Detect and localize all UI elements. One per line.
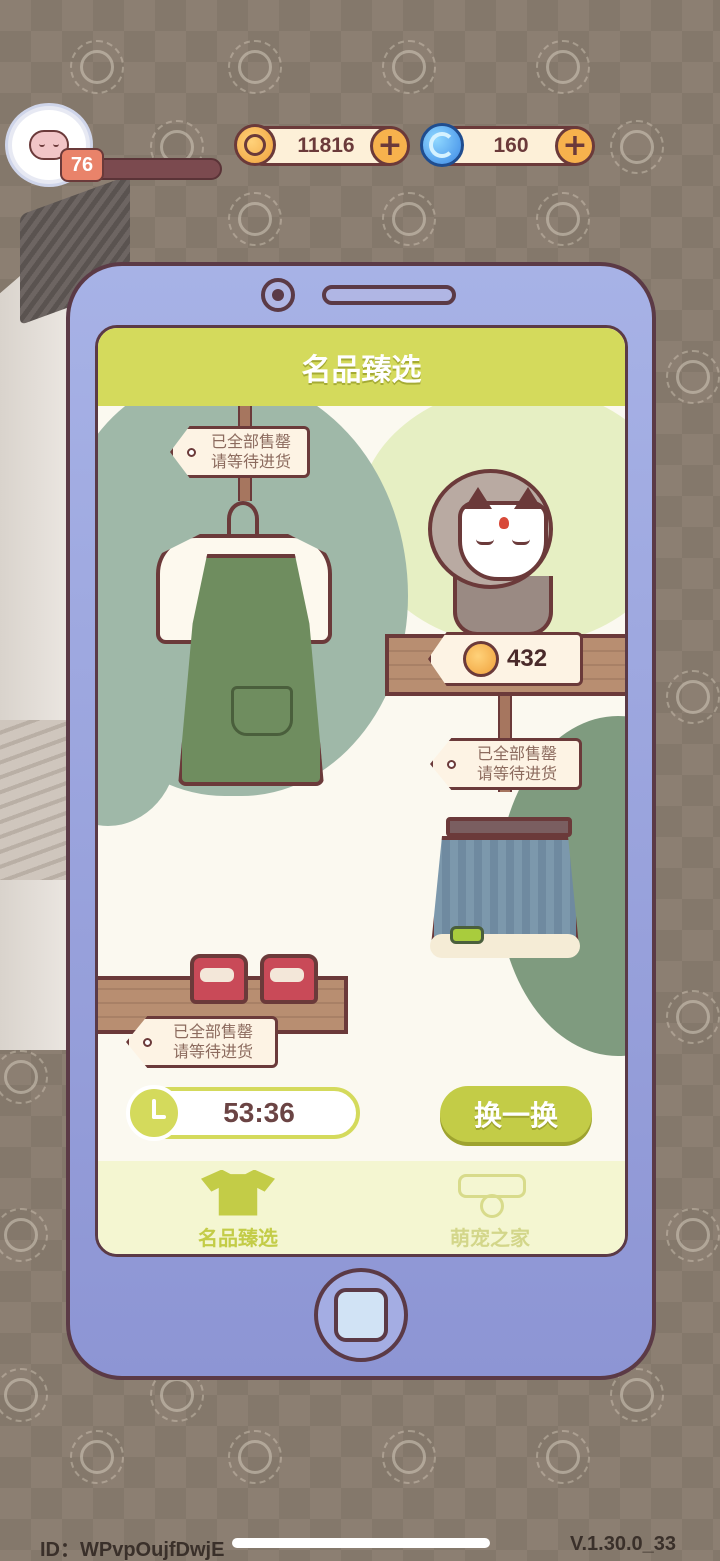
sun-decoration-icon xyxy=(4,1378,38,1412)
fox-ear-icon xyxy=(464,487,492,509)
sold-out-line1: 已全部售罄 xyxy=(476,744,557,763)
fox-mask-item[interactable] xyxy=(458,487,548,581)
sneaker-item[interactable] xyxy=(190,954,248,1004)
sun-decoration-icon xyxy=(392,202,426,236)
sneaker-item[interactable] xyxy=(260,954,318,1004)
sun-decoration-icon xyxy=(238,1440,272,1474)
tab-featured-goods[interactable]: 名品臻选 xyxy=(148,1167,328,1253)
gem-icon xyxy=(420,123,464,167)
sold-out-line1: 已全部售罄 xyxy=(210,432,291,451)
tag-hole-icon xyxy=(187,448,196,457)
sun-decoration-icon xyxy=(160,1378,194,1412)
tab-label: 萌宠之家 xyxy=(450,1225,530,1250)
home-square-icon xyxy=(334,1288,388,1342)
clock-icon xyxy=(126,1085,182,1141)
sun-decoration-icon xyxy=(676,360,710,394)
building-stairs xyxy=(0,720,70,880)
sold-out-line2: 请等待进货 xyxy=(172,1042,253,1061)
price-value: 432 xyxy=(507,645,548,672)
sold-out-line1: 已全部售罄 xyxy=(172,1022,253,1041)
sun-decoration-icon xyxy=(392,1440,426,1474)
player-id: ID：WPvpOujfDwjE xyxy=(40,1539,225,1561)
refresh-button[interactable]: 换一换 xyxy=(440,1086,592,1142)
hanger-icon xyxy=(446,817,572,837)
sun-decoration-icon xyxy=(4,1060,38,1094)
sun-decoration-icon xyxy=(80,50,114,84)
shop-screen: 名品臻选 已全部售罄 请等待进货 432 已全部售罄 请等待进货 已全部售罄 请… xyxy=(95,325,628,1257)
tshirt-icon xyxy=(201,1169,275,1216)
fox-eye-icon xyxy=(476,539,494,545)
hanger-icon xyxy=(227,501,259,537)
sold-out-tag: 已全部售罄 请等待进货 xyxy=(170,426,310,478)
sun-decoration-icon xyxy=(620,1378,654,1412)
home-indicator[interactable] xyxy=(232,1538,490,1548)
fox-ear-icon xyxy=(514,487,542,509)
sold-out-line2: 请等待进货 xyxy=(476,764,557,783)
sun-decoration-icon xyxy=(620,130,654,164)
sold-out-tag: 已全部售罄 请等待进货 xyxy=(126,1016,278,1068)
phone-home-button[interactable] xyxy=(314,1268,408,1362)
tag-hole-icon xyxy=(447,760,456,769)
bottom-nav: 名品臻选 萌宠之家 xyxy=(98,1161,625,1254)
game-version: V.1.30.0_33 xyxy=(569,1533,676,1555)
fox-eye-icon xyxy=(512,539,530,545)
tag-hole-icon xyxy=(143,1038,152,1047)
shop-display-area: 已全部售罄 请等待进货 432 已全部售罄 请等待进货 已全部售罄 请等待进货 xyxy=(98,406,625,1161)
sun-decoration-icon xyxy=(676,680,710,714)
sun-decoration-icon xyxy=(238,202,272,236)
sun-decoration-icon xyxy=(676,1000,710,1034)
sun-decoration-icon xyxy=(546,1440,580,1474)
add-coins-button[interactable]: + xyxy=(370,126,410,166)
coin-icon xyxy=(234,124,276,166)
sun-decoration-icon xyxy=(676,1218,710,1252)
sold-out-line2: 请等待进货 xyxy=(210,452,291,471)
bow-icon xyxy=(450,926,484,944)
shop-title: 名品臻选 xyxy=(98,328,625,406)
coin-amount: 11816 xyxy=(297,134,355,157)
add-gems-button[interactable]: + xyxy=(555,126,595,166)
pet-collar-icon xyxy=(458,1170,526,1218)
tab-label: 名品臻选 xyxy=(198,1225,278,1250)
tab-pet-home[interactable]: 萌宠之家 xyxy=(400,1167,580,1253)
fox-mark-icon xyxy=(499,517,509,529)
sold-out-tag: 已全部售罄 请等待进货 xyxy=(430,738,582,790)
sun-decoration-icon xyxy=(238,50,272,84)
sun-decoration-icon xyxy=(546,50,580,84)
sun-decoration-icon xyxy=(80,1440,114,1474)
level-badge: 76 xyxy=(60,148,104,182)
sun-decoration-icon xyxy=(392,50,426,84)
gem-amount: 160 xyxy=(493,134,529,157)
phone-speaker xyxy=(322,285,456,305)
sun-decoration-icon xyxy=(546,202,580,236)
apron-pocket xyxy=(231,686,293,736)
price-tag[interactable]: 432 xyxy=(428,632,583,686)
phone-camera xyxy=(261,278,295,312)
sun-decoration-icon xyxy=(4,1218,38,1252)
coin-icon xyxy=(463,641,499,677)
